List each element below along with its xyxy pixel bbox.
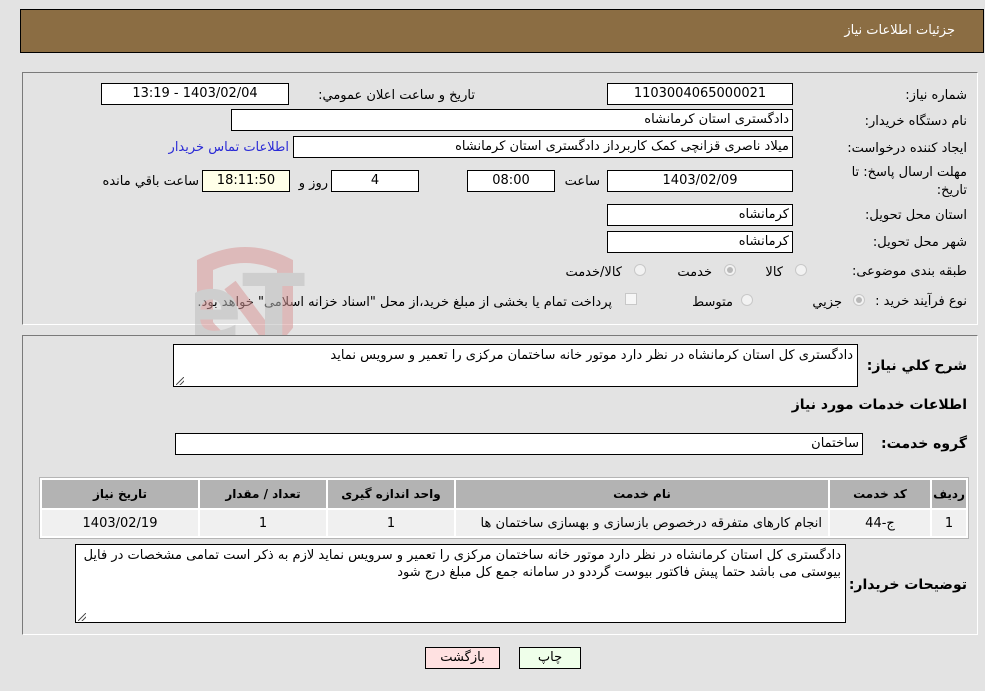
buyer-org-field[interactable]: دادگستری استان کرمانشاه: [231, 109, 793, 131]
category-option-service: خدمت: [677, 265, 712, 280]
process-radio-medium[interactable]: [741, 294, 753, 306]
need-number-label: شماره نیاز:: [905, 88, 967, 103]
cell-need-date: 1403/02/19: [42, 510, 198, 536]
process-label: نوع فرآیند خرید :: [875, 294, 967, 309]
creator-label: ایجاد کننده درخواست:: [847, 141, 967, 156]
category-radio-goods-service[interactable]: [634, 264, 646, 276]
col-header-unit: واحد اندازه گیری: [328, 480, 454, 508]
deadline-label-line1: مهلت ارسال پاسخ: تا: [851, 165, 967, 180]
category-label: طبقه بندی موضوعی:: [851, 264, 967, 279]
days-label: روز و: [298, 176, 328, 191]
services-heading: اطلاعات خدمات مورد نیاز: [791, 397, 967, 413]
time-remaining-label: ساعت باقي مانده: [102, 174, 199, 189]
deadline-date-field[interactable]: 1403/02/09: [607, 170, 793, 192]
cell-service-code: ج-44: [830, 510, 930, 536]
summary-label: شرح کلي نیاز:: [866, 358, 967, 374]
print-button[interactable]: چاپ: [519, 647, 581, 669]
cell-unit: 1: [328, 510, 454, 536]
announce-label: تاریخ و ساعت اعلان عمومي:: [318, 88, 475, 103]
time-remaining-field: 18:11:50: [202, 170, 290, 192]
city-label: شهر محل تحویل:: [872, 235, 967, 250]
buyer-org-label: نام دستگاه خریدار:: [864, 114, 967, 129]
need-number-field[interactable]: 1103004065000021: [607, 83, 793, 105]
summary-textarea[interactable]: دادگستری کل استان کرمانشاه در نظر دارد م…: [173, 344, 858, 387]
process-radio-minor[interactable]: [853, 294, 865, 306]
resize-grip-icon[interactable]: [78, 613, 86, 621]
cell-service-name: انجام کارهای متفرقه درخصوص بازسازی و بهس…: [456, 510, 828, 536]
col-header-need-date: تاریخ نیاز: [42, 480, 198, 508]
buyer-notes-label: توضیحات خریدار:: [848, 577, 967, 593]
table-header-row: ردیف کد خدمت نام خدمت واحد اندازه گیری ت…: [42, 480, 966, 508]
category-radio-service[interactable]: [724, 264, 736, 276]
buyer-notes-text: دادگستری کل استان کرمانشاه در نظر دارد م…: [83, 548, 841, 580]
deadline-label-line2: تاریخ:: [936, 183, 967, 198]
service-group-label: گروه خدمت:: [881, 436, 967, 452]
province-field[interactable]: کرمانشاه: [607, 204, 793, 226]
back-button[interactable]: بازگشت: [425, 647, 500, 669]
days-remaining-field[interactable]: 4: [331, 170, 419, 192]
table-row: 1 ج-44 انجام کارهای متفرقه درخصوص بازساز…: [42, 510, 966, 536]
province-label: استان محل تحویل:: [865, 208, 967, 223]
services-table: ردیف کد خدمت نام خدمت واحد اندازه گیری ت…: [39, 477, 969, 539]
resize-grip-icon[interactable]: [176, 377, 184, 385]
treasury-note: پرداخت تمام یا بخشی از مبلغ خرید،از محل …: [197, 295, 612, 310]
col-header-row-number: ردیف: [932, 480, 966, 508]
category-radio-goods[interactable]: [795, 264, 807, 276]
col-header-service-name: نام خدمت: [456, 480, 828, 508]
city-field[interactable]: کرمانشاه: [607, 231, 793, 253]
deadline-time-field[interactable]: 08:00: [467, 170, 555, 192]
cell-row-number: 1: [932, 510, 966, 536]
announce-datetime-field[interactable]: 1403/02/04 - 13:19: [101, 83, 289, 105]
cell-quantity: 1: [200, 510, 326, 536]
col-header-service-code: کد خدمت: [830, 480, 930, 508]
summary-text: دادگستری کل استان کرمانشاه در نظر دارد م…: [330, 348, 853, 363]
page-title: جزئیات اطلاعات نیاز: [844, 23, 955, 38]
deadline-time-label: ساعت: [564, 174, 600, 189]
treasury-checkbox[interactable]: [625, 293, 637, 305]
category-option-goods: کالا: [765, 265, 783, 280]
process-option-medium: متوسط: [692, 295, 733, 310]
col-header-quantity: تعداد / مقدار: [200, 480, 326, 508]
page-header: جزئیات اطلاعات نیاز: [20, 9, 984, 53]
service-group-field[interactable]: ساختمان: [175, 433, 863, 455]
buyer-notes-textarea[interactable]: دادگستری کل استان کرمانشاه در نظر دارد م…: [75, 544, 846, 623]
creator-field[interactable]: میلاد ناصری قزانچی کمک کاربرداز دادگستری…: [293, 136, 793, 158]
buyer-contact-link[interactable]: اطلاعات تماس خریدار: [169, 140, 289, 155]
category-option-goods-service: کالا/خدمت: [565, 265, 622, 280]
process-option-minor: جزيي: [812, 295, 842, 310]
